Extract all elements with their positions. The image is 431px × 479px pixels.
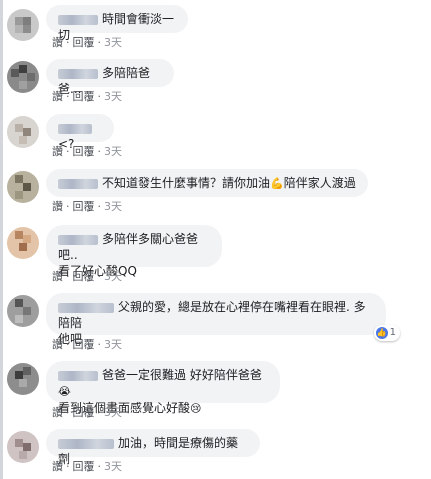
- like-link[interactable]: 讚: [52, 200, 63, 213]
- reply-link[interactable]: 回覆: [73, 200, 95, 213]
- timestamp[interactable]: 3天: [104, 406, 122, 419]
- avatar[interactable]: [7, 116, 39, 148]
- reply-link[interactable]: 回覆: [73, 338, 95, 351]
- comment-text-line1: 爸爸一定很難過 好好陪伴爸爸: [102, 368, 262, 382]
- flexed-biceps-emoji: 💪: [270, 177, 284, 190]
- reply-link[interactable]: 回覆: [73, 145, 95, 158]
- commenter-name[interactable]: [58, 438, 114, 449]
- reaction-badge[interactable]: 👍 1: [373, 325, 400, 341]
- page-left-border: [0, 0, 3, 479]
- commenter-name[interactable]: [58, 302, 114, 313]
- avatar[interactable]: [7, 431, 39, 463]
- like-link[interactable]: 讚: [52, 460, 63, 473]
- timestamp[interactable]: 3天: [104, 338, 122, 351]
- reply-link[interactable]: 回覆: [73, 460, 95, 473]
- comment-bubble: 不知道發生什麼事情？請你加油💪陪伴家人渡過: [46, 169, 368, 197]
- avatar[interactable]: [7, 227, 39, 259]
- commenter-name[interactable]: [58, 123, 92, 134]
- reaction-count: 1: [389, 327, 396, 338]
- comment-bubble: 加油，時間是療傷的藥劑: [46, 429, 260, 466]
- reply-link[interactable]: 回覆: [73, 36, 95, 49]
- like-link[interactable]: 讚: [52, 338, 63, 351]
- comment-bubble: 多陪伴多關心爸爸吧.. 看了好心酸QQ: [46, 225, 222, 278]
- like-link[interactable]: 讚: [52, 406, 63, 419]
- avatar[interactable]: [7, 61, 39, 93]
- comment-actions: 讚 · 回覆 · 3天: [52, 90, 122, 103]
- reply-link[interactable]: 回覆: [73, 270, 95, 283]
- comment-actions: 讚 · 回覆 · 3天: [52, 406, 122, 419]
- commenter-name[interactable]: [58, 370, 98, 381]
- comment-actions: 讚 · 回覆 · 3天: [52, 36, 122, 49]
- comment-bubble: 時間會衝淡一切: [46, 5, 188, 42]
- avatar[interactable]: [7, 171, 39, 203]
- reply-link[interactable]: 回覆: [73, 90, 95, 103]
- timestamp[interactable]: 3天: [104, 460, 122, 473]
- avatar[interactable]: [7, 363, 39, 395]
- comment-actions: 讚 · 回覆 · 3天: [52, 460, 122, 473]
- avatar[interactable]: [7, 295, 39, 327]
- comment-bubble: 多陪陪爸爸...: [46, 59, 174, 96]
- comment-actions: 讚 · 回覆 · 3天: [52, 270, 122, 283]
- commenter-name[interactable]: [58, 234, 98, 245]
- timestamp[interactable]: 3天: [104, 36, 122, 49]
- comment-actions: 讚 · 回覆 · 3天: [52, 145, 122, 158]
- reply-link[interactable]: 回覆: [73, 406, 95, 419]
- commenter-name[interactable]: [58, 14, 98, 25]
- comment-actions: 讚 · 回覆 · 3天: [52, 200, 122, 213]
- comment-text-part2: 陪伴家人渡過: [283, 176, 356, 190]
- timestamp[interactable]: 3天: [104, 200, 122, 213]
- comment-actions: 讚 · 回覆 · 3天: [52, 338, 122, 351]
- commenter-name[interactable]: [58, 178, 98, 189]
- like-link[interactable]: 讚: [52, 36, 63, 49]
- like-link[interactable]: 讚: [52, 270, 63, 283]
- like-link[interactable]: 讚: [52, 90, 63, 103]
- timestamp[interactable]: 3天: [104, 90, 122, 103]
- like-reaction-icon: 👍: [375, 327, 388, 339]
- crying-face-emoji: 😭: [58, 385, 71, 398]
- comment-bubble: 爸爸一定很難過 好好陪伴爸爸😭 看到這個畫面感覺心好酸😢: [46, 361, 280, 415]
- commenter-name[interactable]: [58, 68, 98, 79]
- comment-bubble: 父親的愛，總是放在心裡停在嘴裡看在眼裡. 多陪陪 他吧 👍 1: [46, 293, 400, 346]
- comment-bubble: <?: [46, 114, 114, 151]
- timestamp[interactable]: 3天: [104, 270, 122, 283]
- comment-text-part1: 不知道發生什麼事情？請你加油: [102, 176, 271, 190]
- timestamp[interactable]: 3天: [104, 145, 122, 158]
- avatar[interactable]: [7, 9, 39, 41]
- like-link[interactable]: 讚: [52, 145, 63, 158]
- sad-face-emoji: 😢: [190, 402, 202, 415]
